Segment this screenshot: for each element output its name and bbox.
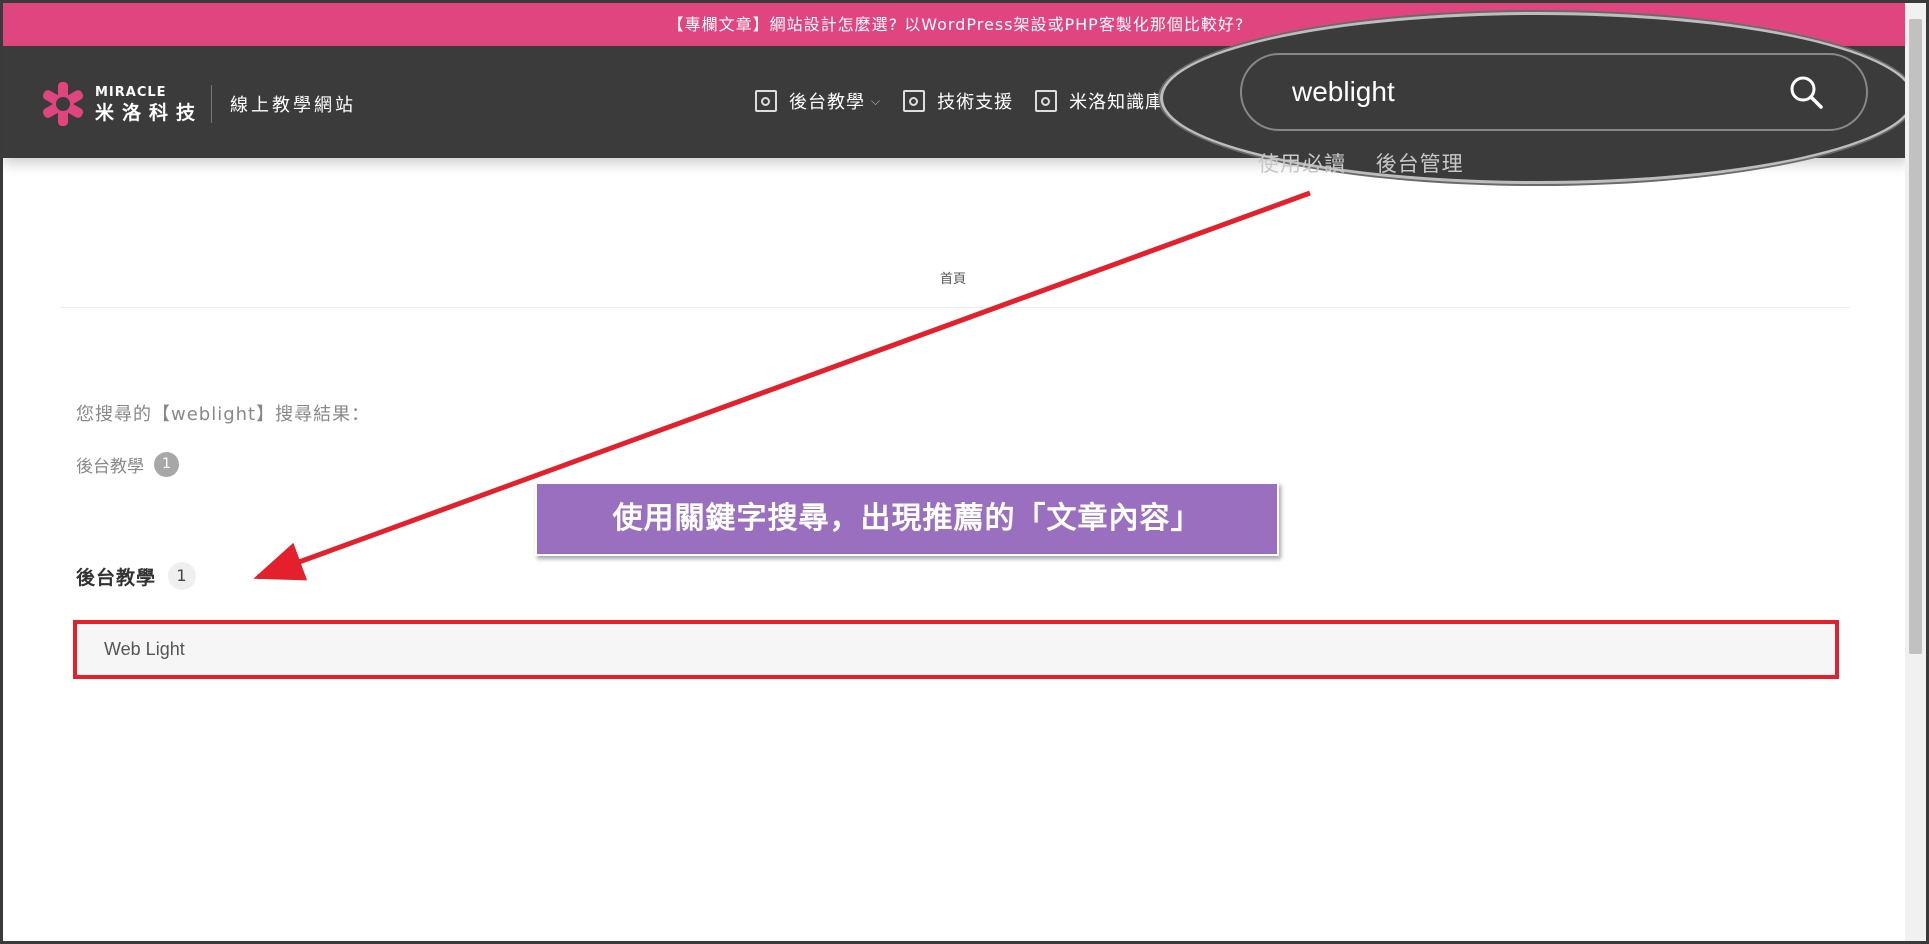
annotation-arrow (253, 190, 1311, 581)
